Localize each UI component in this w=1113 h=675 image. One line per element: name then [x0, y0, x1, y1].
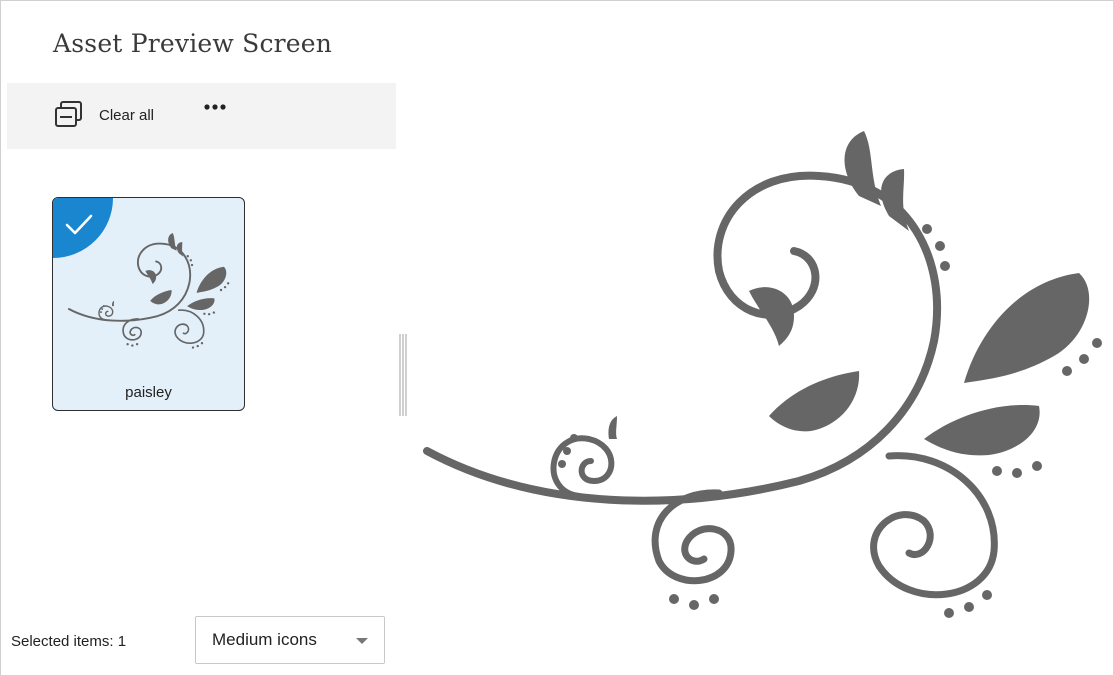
selected-items-count: Selected items: 1	[11, 633, 127, 650]
chevron-down-icon	[356, 638, 368, 644]
asset-preview-window: Asset Preview Screen Clear all paisley S…	[0, 0, 1113, 675]
more-options-icon	[204, 104, 226, 110]
asset-thumbnail-paisley[interactable]: paisley	[52, 197, 245, 411]
stacked-pages-icon	[53, 100, 85, 130]
view-mode-dropdown[interactable]: Medium icons	[195, 616, 385, 664]
thumbnail-label: paisley	[125, 384, 172, 401]
clear-all-label: Clear all	[99, 106, 155, 124]
toolbar: Clear all	[7, 83, 396, 149]
paisley-thumbnail-image	[67, 232, 231, 350]
pane-splitter-handle[interactable]	[398, 334, 408, 416]
asset-preview-image	[419, 121, 1113, 621]
more-options-button[interactable]	[201, 97, 233, 121]
page-title: Asset Preview Screen	[53, 29, 333, 58]
view-mode-selected: Medium icons	[212, 630, 317, 649]
clear-all-button[interactable]: Clear all	[53, 97, 154, 133]
